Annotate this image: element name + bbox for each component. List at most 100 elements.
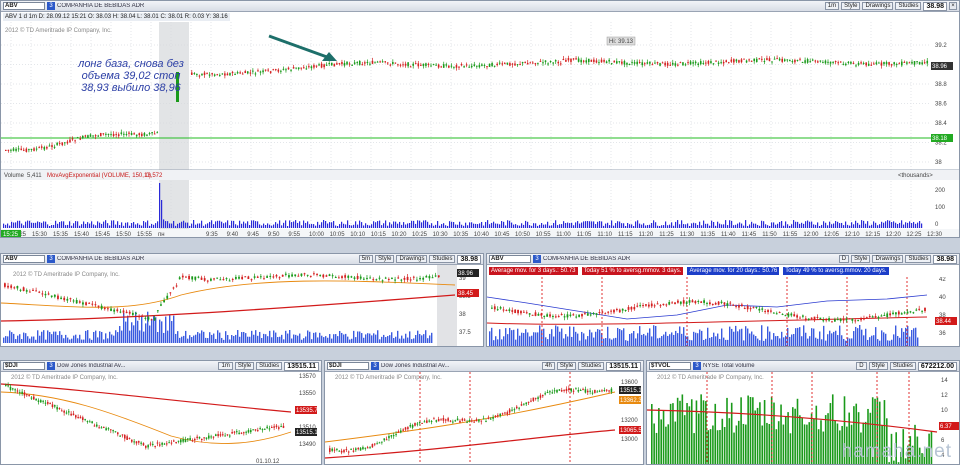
- link-icon[interactable]: 3: [47, 255, 55, 263]
- link-icon[interactable]: 3: [693, 362, 701, 370]
- y-tick-label: 40: [939, 295, 946, 301]
- post-candle: [404, 63, 407, 66]
- bottom-2-studies-button[interactable]: Studies: [578, 362, 605, 370]
- b1-candle: [149, 443, 152, 445]
- volume-bar: [285, 330, 287, 343]
- volume-bar: [753, 223, 755, 228]
- ml-candle: [82, 302, 84, 305]
- volume-bar: [829, 403, 832, 464]
- mid-left-chart[interactable]: 3938.53837.52012 © TD Ameritrade IP Comp…: [1, 265, 483, 347]
- link-icon[interactable]: 3: [47, 2, 55, 10]
- close-icon[interactable]: ×: [949, 2, 957, 10]
- b1-candle: [96, 424, 98, 427]
- post-candle: [598, 62, 600, 64]
- ml-candle: [88, 302, 91, 304]
- volume-bar: [667, 335, 669, 346]
- bottom-1-period-button[interactable]: 1m: [218, 362, 233, 370]
- volume-value: 5,411: [27, 173, 42, 179]
- volume-bar: [155, 223, 157, 228]
- volume-bar: [649, 224, 651, 228]
- bottom-3-symbol-input[interactable]: $TVOL: [649, 362, 691, 370]
- volume-bar: [780, 404, 782, 464]
- mid-right-style-button[interactable]: Style: [851, 255, 871, 263]
- pre-candle: [22, 149, 25, 151]
- volume-bar: [269, 330, 271, 343]
- bottom-2-chart[interactable]: 136001340013200130002012 © TD Ameritrade…: [325, 372, 643, 465]
- mid-right-chart[interactable]: 4240383638.44: [487, 277, 959, 347]
- b2-candle: [444, 419, 447, 421]
- volume-bar: [369, 333, 371, 343]
- b2-candle: [352, 450, 355, 452]
- mid-left-studies-button[interactable]: Studies: [429, 255, 456, 263]
- volume-bar: [875, 327, 877, 346]
- ma-orange: [1, 280, 456, 308]
- mid-left-style-button[interactable]: Style: [375, 255, 395, 263]
- bottom-2-style-button[interactable]: Style: [556, 362, 577, 370]
- link-icon[interactable]: 3: [371, 362, 379, 370]
- mid-left-period-button[interactable]: 5m: [358, 255, 374, 263]
- post-candle: [883, 62, 885, 65]
- main-drawings-button[interactable]: Drawings: [862, 2, 894, 10]
- main-style-button[interactable]: Style: [841, 2, 861, 10]
- ml-candle: [278, 277, 281, 279]
- b1-candle: [226, 434, 229, 436]
- volume-bar: [377, 221, 379, 228]
- ml-candle: [181, 275, 184, 278]
- mid-left-symbol-input[interactable]: ABV: [3, 255, 45, 263]
- volume-bar: [881, 221, 883, 228]
- bottom-1-style-button[interactable]: Style: [234, 362, 255, 370]
- volume-bar: [905, 327, 907, 346]
- volume-bar: [363, 225, 365, 228]
- bottom-3-style-button[interactable]: Style: [868, 362, 888, 370]
- mr-candle: [700, 301, 703, 303]
- volume-bar: [251, 220, 253, 228]
- link-icon[interactable]: 3: [533, 255, 541, 263]
- volume-bar: [733, 432, 735, 464]
- b1-candle: [152, 443, 154, 445]
- volume-bar: [61, 334, 63, 343]
- mid-right-drawings-button[interactable]: Drawings: [872, 255, 904, 263]
- volume-bar: [677, 220, 679, 228]
- post-candle: [435, 64, 437, 66]
- post-candle: [476, 65, 478, 67]
- volume-bar: [29, 220, 31, 228]
- bottom-2-symbol-input[interactable]: $DJI: [327, 362, 369, 370]
- volume-bar: [233, 336, 235, 343]
- ml-candle: [47, 293, 50, 295]
- post-candle: [557, 61, 560, 64]
- mr-candle: [802, 315, 804, 317]
- main-price-chart[interactable]: 39.23938.838.638.438.23838.1838.96Hi: 39…: [1, 12, 959, 238]
- bottom-1-studies-button[interactable]: Studies: [256, 362, 283, 370]
- volume-bar: [707, 223, 709, 228]
- bottom-2-period-button[interactable]: 4h: [542, 362, 555, 370]
- main-studies-button[interactable]: Studies: [895, 2, 922, 10]
- time-label: 10:45: [494, 232, 510, 238]
- post-candle: [636, 61, 638, 65]
- main-period-button[interactable]: 1m: [824, 2, 840, 10]
- mr-candle: [836, 318, 839, 321]
- ml-candle: [231, 279, 234, 281]
- volume-bar: [822, 431, 825, 464]
- volume-bar: [829, 330, 831, 346]
- volume-bar: [743, 225, 745, 228]
- price-tag-1: 13515.11: [620, 388, 643, 394]
- mid-right-studies-button[interactable]: Studies: [905, 255, 932, 263]
- volume-bar: [455, 224, 457, 228]
- link-icon[interactable]: 3: [47, 362, 55, 370]
- volume-bar: [527, 221, 529, 228]
- mid-right-period-button[interactable]: D: [838, 255, 850, 263]
- volume-bar: [517, 225, 519, 228]
- mid-right-symbol-input[interactable]: ABV: [489, 255, 531, 263]
- bottom-1-chart[interactable]: 13570135501353013510134902012 © TD Ameri…: [1, 372, 321, 465]
- mid-left-drawings-button[interactable]: Drawings: [396, 255, 428, 263]
- volume-bar: [863, 335, 865, 346]
- bottom-1-symbol-input[interactable]: $DJI: [3, 362, 45, 370]
- main-symbol-input[interactable]: ABV: [3, 2, 45, 10]
- volume-bar: [379, 339, 381, 343]
- volume-bar: [173, 315, 175, 343]
- bottom-3-studies-button[interactable]: Studies: [889, 362, 916, 370]
- volume-bar: [749, 224, 751, 228]
- bottom-3-period-button[interactable]: D: [856, 362, 867, 370]
- volume-bar: [25, 221, 27, 228]
- post-candle: [302, 67, 305, 69]
